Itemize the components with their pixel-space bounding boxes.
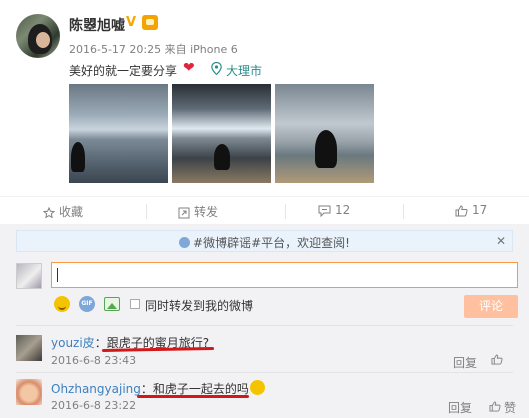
favorite-label: 收藏 [59,205,84,219]
heart-icon: ❤ [183,60,195,76]
submit-comment-button[interactable]: 评论 [464,295,518,318]
comment-reply-button[interactable]: 回复 [448,399,472,416]
comment-separator: ： [94,336,107,350]
post-text: 美好的就一定要分享 [69,64,178,78]
author-avatar[interactable] [16,14,60,58]
like-button[interactable]: 17 [455,203,487,217]
action-divider [285,204,286,219]
commenter-username[interactable]: Ohzhangyajing [51,382,141,396]
comment-divider [16,372,513,373]
repost-checkbox[interactable] [130,299,140,309]
close-icon[interactable]: ✕ [496,234,506,248]
action-divider [403,204,404,219]
avatar-face [36,32,50,48]
post-photo-2[interactable] [172,84,271,183]
repost-label: 转发 [194,205,219,219]
my-avatar [16,263,42,289]
comment-button[interactable]: 12 [318,203,350,217]
comment-like-button[interactable] [491,354,506,368]
post-photo-3[interactable] [275,84,374,183]
photo-silhouette [214,144,230,170]
red-underline-annotation [101,347,215,352]
comment-separator: ： [140,382,153,396]
image-icon[interactable] [104,297,120,311]
action-divider [146,204,147,219]
rumor-notice-bar: #微博辟谣#平台，欢迎查阅! ✕ [16,230,513,252]
comment-like-button[interactable]: 赞 [489,399,516,416]
weibo-icon [179,237,191,248]
comment-count: 12 [335,203,351,217]
text-caret [57,268,58,282]
comment-text: 和虎子一起去的吗 [152,382,249,396]
photo-silhouette [315,130,337,168]
favorite-button[interactable]: 收藏 [43,203,83,220]
thumbs-up-icon [489,401,501,412]
comment-icon [318,205,331,217]
notice-label: #微博辟谣#平台，欢迎查阅! [193,236,350,250]
vip-member-icon[interactable] [142,15,158,30]
thumbs-up-icon [455,204,468,216]
repost-icon [178,207,190,218]
comment-divider [16,325,513,326]
comment-section: #微博辟谣#平台，欢迎查阅! ✕ GIF 同时转发到我的微博 评论 youzi皮… [0,224,529,418]
star-icon [43,206,55,218]
post-action-bar: 收藏 转发 12 17 [0,196,529,224]
author-username[interactable]: 陈曌旭嘘 [69,15,125,35]
notice-text[interactable]: #微博辟谣#平台，欢迎查阅! [17,234,512,251]
commenter-avatar[interactable] [16,379,42,405]
repost-button[interactable]: 转发 [178,203,218,220]
comment-input[interactable] [51,262,518,288]
post-photo-1[interactable] [69,84,168,183]
red-underline-annotation [137,395,249,398]
thumbs-up-icon [491,354,503,365]
location-pin-icon [211,62,222,75]
commenter-avatar[interactable] [16,335,42,361]
comment-like-label: 赞 [504,401,517,415]
like-count: 17 [472,203,488,217]
comment-time: 2016-6-8 23:43 [51,354,137,367]
comment-reply-button[interactable]: 回复 [453,354,477,371]
verified-icon: V [126,15,137,30]
emoji-icon[interactable] [54,296,70,312]
comment-time: 2016-6-8 23:22 [51,399,137,412]
weibo-post: 陈曌旭嘘 V 2016-5-17 20:25 来自 iPhone 6 美好的就一… [0,0,529,196]
repost-checkbox-label: 同时转发到我的微博 [145,299,254,313]
post-meta: 2016-5-17 20:25 来自 iPhone 6 [69,43,238,56]
photo-silhouette [71,142,85,172]
gif-icon[interactable]: GIF [79,296,95,312]
commenter-username[interactable]: youzi皮 [51,336,95,350]
thinking-emoji-icon [249,380,265,395]
post-location-link[interactable]: 大理市 [226,62,262,79]
